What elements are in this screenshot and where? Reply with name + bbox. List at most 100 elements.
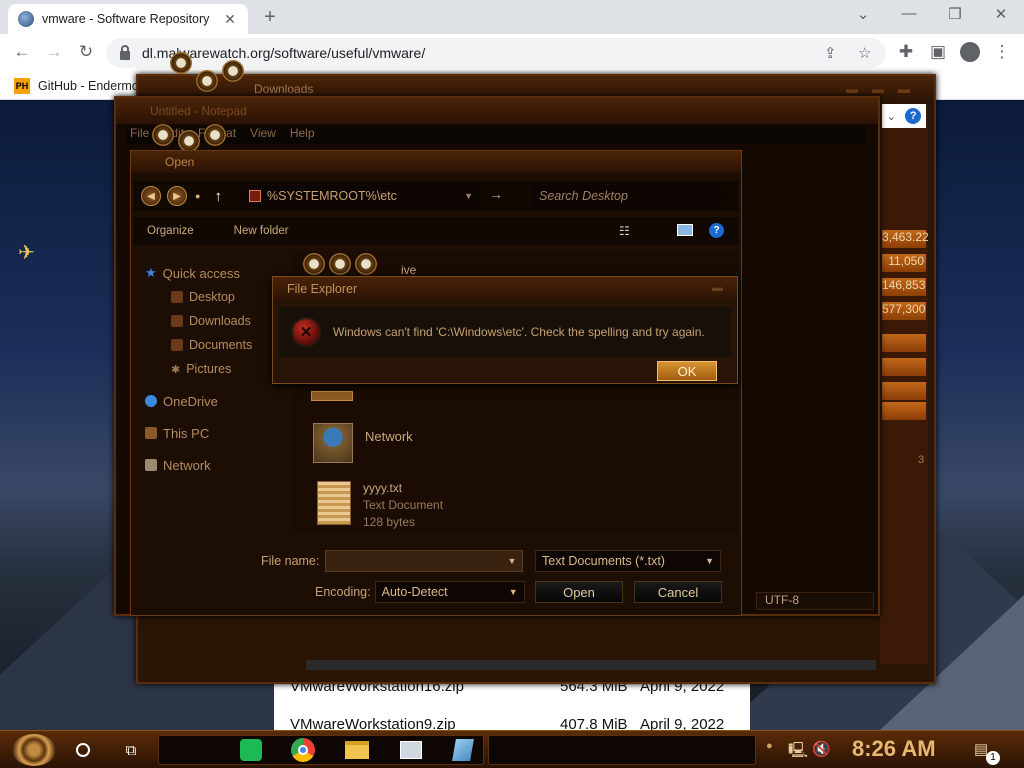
encoding-select[interactable]: Auto-Detect ▼	[374, 581, 525, 603]
go-arrow-icon[interactable]: →	[489, 186, 503, 202]
encoding-status: UTF-8	[756, 592, 874, 610]
path-dropdown-icon[interactable]: ▼	[464, 191, 473, 201]
open-dialog-title: Open	[131, 151, 741, 173]
nav-onedrive[interactable]: OneDrive	[145, 389, 285, 413]
tab-title: vmware - Software Repository	[42, 12, 210, 26]
nav-quick-access[interactable]: ★ Quick access	[145, 261, 285, 285]
nav-network[interactable]: Network	[145, 453, 285, 477]
bookmark-ph-icon: PH	[14, 77, 30, 94]
notepad-icon[interactable]	[450, 737, 476, 763]
forward-button[interactable]: →	[42, 42, 66, 62]
start-button[interactable]	[12, 734, 56, 766]
preview-pane-icon[interactable]	[677, 224, 693, 236]
nav-label: This PC	[163, 425, 210, 441]
reload-button[interactable]: ↻	[74, 42, 98, 62]
close-tab-icon[interactable]: ✕	[222, 11, 238, 28]
nav-this-pc[interactable]: This PC	[145, 421, 285, 445]
taskbar-empty-slot	[488, 735, 756, 765]
bookmark-github[interactable]: GitHub - Endermo	[38, 79, 139, 93]
menu-help[interactable]: Help	[290, 126, 315, 144]
nav-label: Documents	[189, 338, 253, 352]
value-cell	[882, 382, 926, 400]
encoding-value: Auto-Detect	[381, 585, 448, 599]
minimize-button[interactable]: —	[894, 5, 924, 22]
navigation-pane: ★ Quick access Desktop Downloads Documen…	[145, 261, 285, 477]
chevron-down-icon[interactable]: ▼	[705, 556, 714, 566]
computer-icon	[145, 427, 157, 439]
back-button[interactable]: ←	[10, 42, 34, 62]
new-tab-button[interactable]: +	[258, 6, 282, 29]
chevron-down-icon[interactable]: ⌄	[887, 110, 896, 123]
search-circle-icon[interactable]	[70, 737, 96, 763]
help-icon[interactable]: ?	[905, 108, 922, 124]
open-button[interactable]: Open	[535, 581, 623, 603]
ok-button[interactable]: OK	[657, 361, 717, 381]
menu-kebab-icon[interactable]: ⋮	[990, 42, 1014, 62]
lock-icon	[120, 44, 130, 60]
volume-muted-icon[interactable]: 🔇	[812, 740, 831, 758]
address-bar[interactable]: dl.malwarewatch.org/software/useful/vmwa…	[106, 38, 886, 68]
horizontal-scrollbar[interactable]	[306, 660, 876, 670]
view-options-icon[interactable]: ☷	[619, 224, 630, 238]
restore-button[interactable]: ❐	[940, 5, 970, 23]
task-view-icon[interactable]: ⧉	[118, 737, 144, 763]
back-arrow-icon[interactable]: ◀	[141, 186, 161, 206]
chevron-down-icon[interactable]: ⌄	[848, 5, 878, 23]
value-cell	[882, 402, 926, 420]
tray-gear-icon[interactable]: ●	[766, 740, 773, 752]
drive-label[interactable]: ive	[401, 263, 416, 277]
forward-arrow-icon[interactable]: ▶	[167, 186, 187, 206]
desktop-icon	[171, 291, 183, 303]
nav-label: Network	[163, 457, 211, 473]
gear-icon	[178, 130, 200, 152]
browser-tab[interactable]: vmware - Software Repository ✕	[8, 4, 248, 34]
spotify-icon[interactable]	[238, 737, 264, 763]
nav-downloads[interactable]: Downloads	[145, 309, 285, 333]
close-icon[interactable]: ▬	[712, 282, 723, 294]
extensions-icon[interactable]: ✚	[894, 42, 918, 62]
close-window-button[interactable]: ✕	[986, 5, 1016, 23]
path-field[interactable]: %SYSTEMROOT%\etc ▼	[241, 185, 481, 207]
pictures-icon: ✱	[171, 363, 181, 376]
error-dialog: File Explorer ▬ ✕ Windows can't find 'C:…	[272, 276, 738, 384]
file-name: VMwareWorkstation9.zip	[290, 716, 456, 730]
gear-icon	[152, 124, 174, 146]
documents-icon	[171, 339, 183, 351]
browser-toolbar: ← → ↻ dl.malwarewatch.org/software/usefu…	[0, 34, 1024, 72]
file-name-input[interactable]: ▼	[325, 550, 524, 572]
search-input[interactable]: Search Desktop	[531, 185, 727, 207]
chrome-icon[interactable]	[290, 737, 316, 763]
new-folder-button[interactable]: New folder	[234, 225, 289, 237]
share-icon[interactable]: ⇪	[824, 44, 837, 62]
command-bar: Organize New folder ☷ ?	[133, 217, 739, 245]
bookmark-star-icon[interactable]: ☆	[858, 44, 871, 62]
list-item[interactable]: VMwareWorkstation9.zip 407.8 MiB April 9…	[290, 716, 730, 730]
cancel-button[interactable]: Cancel	[634, 581, 722, 603]
up-arrow-icon[interactable]: ↑	[214, 188, 222, 205]
chevron-down-icon[interactable]: ▼	[507, 556, 516, 566]
network-tray-icon[interactable]: 🖳	[788, 740, 808, 765]
menu-view[interactable]: View	[250, 126, 276, 144]
gear-icon	[303, 253, 325, 275]
error-x-icon: ✕	[291, 317, 321, 347]
help-icon[interactable]: ?	[709, 223, 724, 238]
nav-desktop[interactable]: Desktop	[145, 285, 285, 309]
file-type-select[interactable]: Text Documents (*.txt) ▼	[535, 550, 721, 572]
profile-avatar[interactable]	[960, 42, 980, 62]
recent-dropdown-icon[interactable]: ●	[195, 191, 200, 201]
task-manager-icon[interactable]	[398, 737, 424, 763]
nav-documents[interactable]: Documents	[145, 333, 285, 357]
file-item-network[interactable]: Network	[313, 423, 413, 463]
file-item-txt[interactable]: yyyy.txt Text Document 128 bytes	[317, 481, 443, 529]
file-explorer-icon[interactable]	[344, 737, 370, 763]
chevron-down-icon[interactable]: ▼	[509, 587, 518, 597]
side-panel-icon[interactable]: ▣	[926, 42, 950, 62]
notepad-menu: File Edit Format View Help	[126, 126, 866, 144]
taskbar-clock[interactable]: 8:26 AM	[852, 736, 936, 762]
window-controls[interactable]: ▬▬▬	[846, 82, 924, 96]
menu-file[interactable]: File	[130, 126, 149, 144]
organize-button[interactable]: Organize	[147, 225, 194, 237]
taskbar: ⧉ ● 🖳 🔇 8:26 AM ▤ 1	[0, 730, 1024, 768]
file-name: Network	[365, 429, 413, 444]
nav-pictures[interactable]: ✱ Pictures	[145, 357, 285, 381]
